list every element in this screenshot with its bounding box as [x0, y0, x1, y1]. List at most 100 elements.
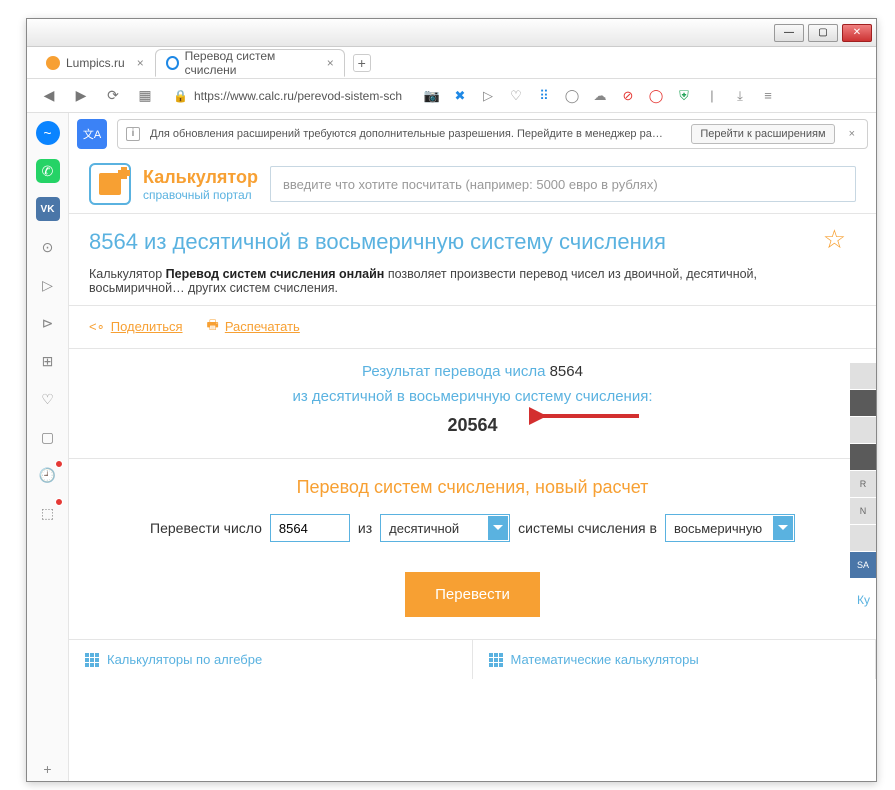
favicon-icon — [46, 56, 60, 70]
brand-text: Калькулятор справочный портал — [143, 167, 258, 202]
to-base-select[interactable]: восьмеричную — [665, 514, 795, 542]
extension-notice: i Для обновления расширений требуются до… — [117, 119, 868, 149]
clock-icon[interactable]: 🕘 — [36, 463, 60, 487]
tab-calc[interactable]: Перевод систем счислени × — [155, 49, 345, 77]
from-base-select[interactable]: десятичной — [380, 514, 510, 542]
desc-prefix: Калькулятор — [89, 267, 166, 281]
heart-icon[interactable]: ♡ — [36, 387, 60, 411]
categories: Калькуляторы по алгебре Математические к… — [69, 639, 876, 679]
notice-close-icon[interactable]: × — [845, 128, 859, 140]
close-button[interactable]: ✕ — [842, 24, 872, 42]
address-bar: ◀ ▶ ⟳ ▦ 🔒 https://www.calc.ru/perevod-si… — [27, 79, 876, 113]
side-swatch[interactable] — [850, 363, 876, 389]
play-icon[interactable]: ▷ — [479, 87, 497, 105]
side-swatch[interactable] — [850, 525, 876, 551]
favorite-star-icon[interactable]: ☆ — [823, 224, 846, 255]
shield-green-icon[interactable]: ⛨ — [675, 87, 693, 105]
form-title: Перевод систем счисления, новый расчет — [69, 458, 876, 514]
back-button[interactable]: ◀ — [37, 84, 61, 108]
result-line1a: Результат перевода числа — [362, 363, 550, 380]
description: Калькулятор Перевод систем счисления онл… — [69, 263, 876, 306]
category-label: Калькуляторы по алгебре — [107, 652, 262, 667]
convert-button[interactable]: Перевести — [405, 572, 540, 617]
add-sidebar-button[interactable]: + — [36, 757, 60, 781]
shield-blue-icon[interactable]: ✖ — [451, 87, 469, 105]
from-option: десятичной — [389, 521, 459, 536]
speed-dial-button[interactable]: ▦ — [133, 84, 157, 108]
side-swatch[interactable]: N — [850, 498, 876, 524]
favicon-icon — [166, 56, 179, 70]
new-tab-button[interactable]: + — [353, 54, 371, 72]
tab-label: Перевод систем счислени — [185, 49, 315, 77]
body: ~ ✆ VK ⊙ ▷ ⊳ ⊞ ♡ ▢ 🕘 ⬚ + 文A i Для обновл… — [27, 113, 876, 781]
site-search-input[interactable]: введите что хотите посчитать (например: … — [270, 166, 856, 202]
browser-window: — ▢ ✕ Lumpics.ru × Перевод систем счисле… — [26, 18, 877, 782]
history-icon[interactable]: ⊙ — [36, 235, 60, 259]
toolbar-icons: 📷 ✖ ▷ ♡ ⠿ ◯ ☁ ⊘ ◯ ⛨ | ⤓ ≡ — [423, 87, 777, 105]
bookmark-icon[interactable]: ▢ — [36, 425, 60, 449]
label-from: из — [358, 520, 372, 536]
result-line2: из десятичной в восьмеричную систему счи… — [89, 384, 856, 410]
play-icon[interactable]: ▷ — [36, 273, 60, 297]
tab-row: Lumpics.ru × Перевод систем счислени × + — [27, 47, 876, 79]
whatsapp-icon[interactable]: ✆ — [36, 159, 60, 183]
submit-row: Перевести — [69, 562, 876, 639]
form-row: Перевести число из десятичной системы сч… — [69, 514, 876, 562]
goto-extensions-button[interactable]: Перейти к расширениям — [691, 124, 834, 144]
url-box[interactable]: 🔒 https://www.calc.ru/perevod-sistem-sch — [165, 83, 415, 109]
label-number: Перевести число — [150, 520, 262, 536]
camera-icon[interactable]: 📷 — [423, 87, 441, 105]
translate-button[interactable]: 文A — [77, 119, 107, 149]
site-logo[interactable] — [89, 163, 131, 205]
vk-icon[interactable]: VK — [36, 197, 60, 221]
grid-icon — [489, 653, 503, 667]
minimize-button[interactable]: — — [774, 24, 804, 42]
category-algebra[interactable]: Калькуляторы по алгебре — [69, 640, 473, 679]
print-icon: 🖶 — [207, 316, 219, 338]
actions-row: <∘ Поделиться 🖶 Распечатать — [69, 306, 876, 349]
tab-close-icon[interactable]: × — [327, 56, 334, 70]
label-mid: системы счисления в — [518, 520, 657, 536]
heart-icon[interactable]: ♡ — [507, 87, 525, 105]
ring-icon[interactable]: ◯ — [563, 87, 581, 105]
url-text: https://www.calc.ru/perevod-sistem-sch — [194, 89, 402, 103]
side-swatch[interactable]: R — [850, 471, 876, 497]
menu-icon[interactable]: ≡ — [759, 87, 777, 105]
title-block: 8564 из десятичной в восьмеричную систем… — [69, 214, 876, 263]
side-swatch[interactable]: SA — [850, 552, 876, 578]
notice-text: Для обновления расширений требуются допо… — [150, 128, 681, 140]
opera-icon[interactable]: ◯ — [647, 87, 665, 105]
cube-icon[interactable]: ⬚ — [36, 501, 60, 525]
side-swatch[interactable] — [850, 417, 876, 443]
download-icon[interactable]: ⤓ — [731, 87, 749, 105]
cloud-icon[interactable]: ☁ — [591, 87, 609, 105]
apps-icon[interactable]: ⊞ — [36, 349, 60, 373]
reload-button[interactable]: ⟳ — [101, 84, 125, 108]
page: Калькулятор справочный портал введите чт… — [69, 155, 876, 679]
category-math[interactable]: Математические калькуляторы — [473, 640, 877, 679]
translate-icon[interactable]: ⠿ — [535, 87, 553, 105]
tab-close-icon[interactable]: × — [137, 56, 144, 70]
to-option: восьмеричную — [674, 521, 762, 536]
forward-button[interactable]: ▶ — [69, 84, 93, 108]
side-swatch[interactable] — [850, 390, 876, 416]
titlebar: — ▢ ✕ — [27, 19, 876, 47]
grid-icon — [85, 653, 99, 667]
maximize-button[interactable]: ▢ — [808, 24, 838, 42]
side-link[interactable]: Ку — [857, 593, 870, 607]
search-placeholder: введите что хотите посчитать (например: … — [283, 177, 658, 192]
arrow-annotation — [529, 404, 649, 428]
send-icon[interactable]: ⊳ — [36, 311, 60, 335]
brand-row: Калькулятор справочный портал введите чт… — [69, 155, 876, 214]
brand-subtitle: справочный портал — [143, 188, 258, 202]
block-icon[interactable]: ⊘ — [619, 87, 637, 105]
share-button[interactable]: <∘ Поделиться — [89, 316, 183, 338]
tab-lumpics[interactable]: Lumpics.ru × — [35, 49, 155, 77]
messenger-icon[interactable]: ~ — [36, 121, 60, 145]
number-input[interactable] — [270, 514, 350, 542]
side-swatch[interactable] — [850, 444, 876, 470]
page-content: 文A i Для обновления расширений требуются… — [69, 113, 876, 781]
desc-bold: Перевод систем счисления онлайн — [166, 267, 385, 281]
lock-icon: 🔒 — [173, 89, 188, 103]
print-button[interactable]: 🖶 Распечатать — [207, 316, 300, 338]
